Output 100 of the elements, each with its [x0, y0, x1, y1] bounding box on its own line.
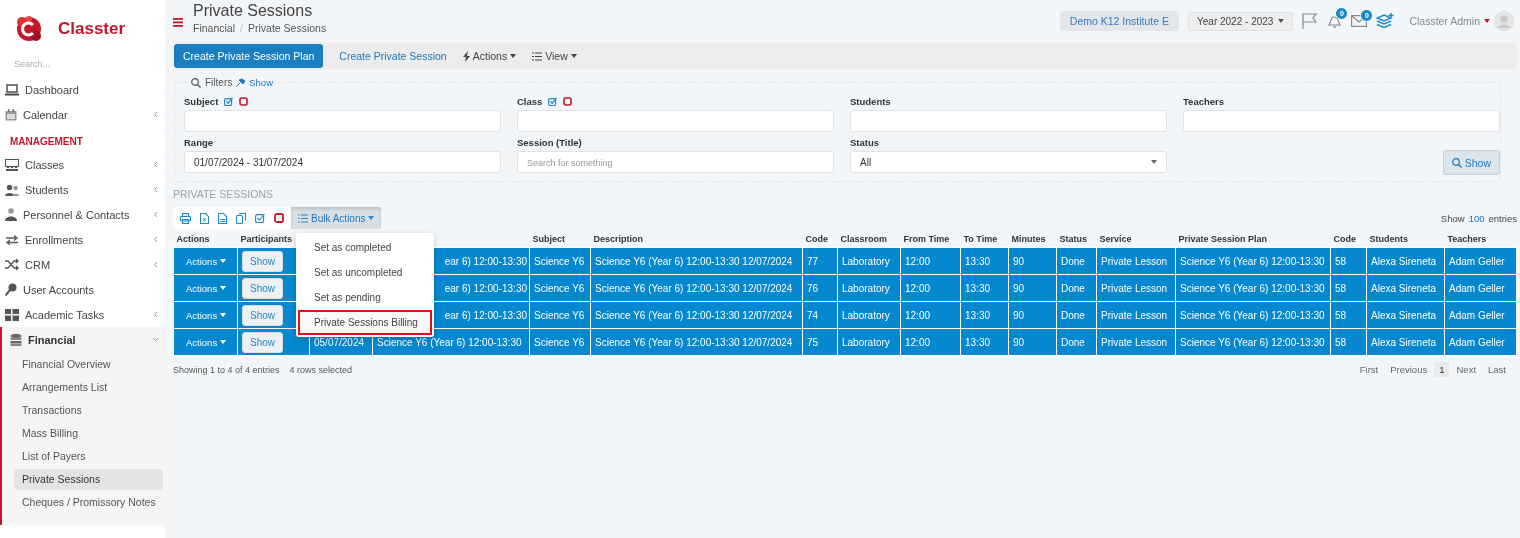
print-icon[interactable]: [180, 212, 191, 224]
classroom-icon: [5, 158, 19, 171]
table-cell: Alexa Sireneta: [1366, 247, 1445, 275]
column-header[interactable]: Students: [1366, 231, 1445, 248]
table-cell: 90: [1008, 247, 1057, 275]
input-field[interactable]: Search for something: [517, 151, 834, 173]
toolbar-dropdown[interactable]: View: [532, 50, 577, 62]
pagination-link[interactable]: First: [1354, 362, 1384, 377]
flag-icon[interactable]: [1302, 13, 1319, 29]
sidebar-subitem[interactable]: Cheques / Promissory Notes: [14, 492, 163, 513]
table-cell: Private Lesson: [1096, 328, 1176, 356]
avatar-icon: [1494, 11, 1514, 31]
pagination-link[interactable]: Last: [1483, 362, 1511, 377]
input-field[interactable]: [517, 110, 834, 132]
create-session-link[interactable]: Create Private Session: [339, 50, 447, 62]
caret-icon: [220, 259, 227, 263]
chevron-left-icon: [152, 311, 159, 318]
menu-item[interactable]: Private Sessions Billing: [298, 310, 432, 335]
copy-icon[interactable]: [236, 212, 246, 224]
logo-icon: [14, 14, 44, 44]
column-header[interactable]: Service: [1096, 231, 1176, 248]
select-all-icon[interactable]: [255, 213, 265, 223]
sidebar-subitem[interactable]: List of Payers: [14, 446, 163, 467]
deselect-icon[interactable]: [274, 213, 284, 223]
toolbar-dropdown[interactable]: Actions: [462, 50, 517, 62]
pagination-link[interactable]: Previous: [1385, 362, 1433, 377]
sidebar-item[interactable]: Academic Tasks: [0, 302, 165, 327]
sidebar-subitem[interactable]: Arrangements List: [14, 377, 163, 398]
column-header[interactable]: Private Session Plan: [1175, 231, 1331, 248]
excel-file-icon[interactable]: [200, 212, 209, 224]
show-button[interactable]: Show: [1442, 150, 1500, 175]
layers-plus-icon[interactable]: [1376, 13, 1395, 29]
table-cell: Science Y6 (Year 6) 12:00-13:30 12/07/2024: [590, 274, 803, 302]
table-row[interactable]: [173, 328, 1517, 356]
table-cell: Science Y6 (Year 6) 12:00-13:30 12/07/2024: [590, 301, 803, 329]
column-header[interactable]: Classroom: [837, 231, 901, 248]
menu-icon[interactable]: [173, 17, 183, 27]
input-field[interactable]: 01/07/2024 - 31/07/2024: [184, 151, 501, 173]
clear-all-icon[interactable]: [563, 96, 573, 106]
table-cell: Science Y6 (Year 6) 12:00-13:30 12/07/2024: [590, 247, 803, 275]
sidebar-item[interactable]: Dashboard: [0, 77, 165, 102]
check-all-icon[interactable]: [548, 96, 558, 106]
show-filters-link[interactable]: Show: [249, 77, 273, 88]
pdf-file-icon[interactable]: [218, 212, 227, 224]
field-label: Teachers: [1183, 95, 1224, 107]
column-header[interactable]: Minutes: [1008, 231, 1057, 248]
sidebar-item[interactable]: Classes: [0, 152, 165, 177]
sidebar-subitem[interactable]: Private Sessions: [14, 469, 163, 490]
arrows-icon: [5, 234, 19, 245]
section-title: PRIVATE SESSIONS: [173, 188, 274, 202]
sidebar-subitem[interactable]: Mass Billing: [14, 423, 163, 444]
show-participants-button[interactable]: Show: [242, 250, 283, 272]
show-participants-button[interactable]: Show: [242, 304, 283, 326]
column-header[interactable]: Code: [802, 231, 838, 248]
table-cell: Done: [1056, 247, 1097, 275]
sidebar-item[interactable]: CRM: [0, 252, 165, 277]
field-label: Students: [850, 95, 891, 107]
breadcrumb-item[interactable]: Financial: [193, 22, 236, 34]
bulk-actions-dropdown[interactable]: Bulk Actions: [291, 207, 382, 229]
caret-icon: [510, 54, 517, 58]
input-field[interactable]: [184, 110, 501, 132]
show-participants-button[interactable]: Show: [242, 277, 283, 299]
column-header[interactable]: Teachers: [1444, 231, 1517, 248]
column-header[interactable]: Status: [1056, 231, 1097, 248]
sidebar-item[interactable]: Calendar: [0, 102, 165, 127]
column-header[interactable]: Code: [1330, 231, 1367, 248]
sidebar-subitem[interactable]: Transactions: [14, 400, 163, 421]
pagination-link[interactable]: Next: [1451, 362, 1482, 377]
table-cell: Adam Geller: [1444, 274, 1517, 302]
search-field[interactable]: Search...: [14, 57, 154, 71]
sidebar-item[interactable]: Enrollments: [0, 227, 165, 252]
length-label: Show: [1440, 212, 1465, 224]
create-plan-button[interactable]: Create Private Session Plan: [174, 44, 324, 68]
show-participants-button[interactable]: Show: [242, 331, 283, 353]
table-cell: Science Y6 (Year 6) 12:00-13:30 12/07/2024: [590, 328, 803, 356]
pagination-link[interactable]: 1: [1434, 362, 1450, 377]
sidebar-subitem[interactable]: Financial Overview: [14, 354, 163, 375]
input-field[interactable]: [850, 110, 1167, 132]
column-header[interactable]: Description: [590, 231, 803, 248]
column-header[interactable]: Actions: [173, 231, 238, 248]
sidebar-item[interactable]: User Accounts: [0, 277, 165, 302]
year-dropdown[interactable]: Year 2022 - 2023: [1188, 11, 1294, 31]
sidebar-item[interactable]: Financial: [2, 327, 165, 352]
caret-icon: [1278, 19, 1285, 23]
list-icon: [532, 51, 543, 61]
column-header[interactable]: From Time: [900, 231, 961, 248]
check-all-icon[interactable]: [224, 96, 234, 106]
input-field[interactable]: [1183, 110, 1500, 132]
sidebar-item[interactable]: Students: [0, 177, 165, 202]
column-header[interactable]: To Time: [960, 231, 1009, 248]
page-length-select[interactable]: 100: [1468, 212, 1485, 224]
column-header[interactable]: Subject: [529, 231, 591, 248]
clear-all-icon[interactable]: [239, 96, 249, 106]
caret-icon: [1484, 19, 1490, 23]
grid-icon: [5, 308, 19, 321]
status-select[interactable]: All: [850, 151, 1167, 173]
sidebar-item[interactable]: Personnel & Contacts: [0, 202, 165, 227]
bell-icon[interactable]: [1327, 13, 1343, 29]
institute-button[interactable]: Demo K12 Institute E: [1059, 11, 1179, 31]
table-cell: Adam Geller: [1444, 301, 1517, 329]
